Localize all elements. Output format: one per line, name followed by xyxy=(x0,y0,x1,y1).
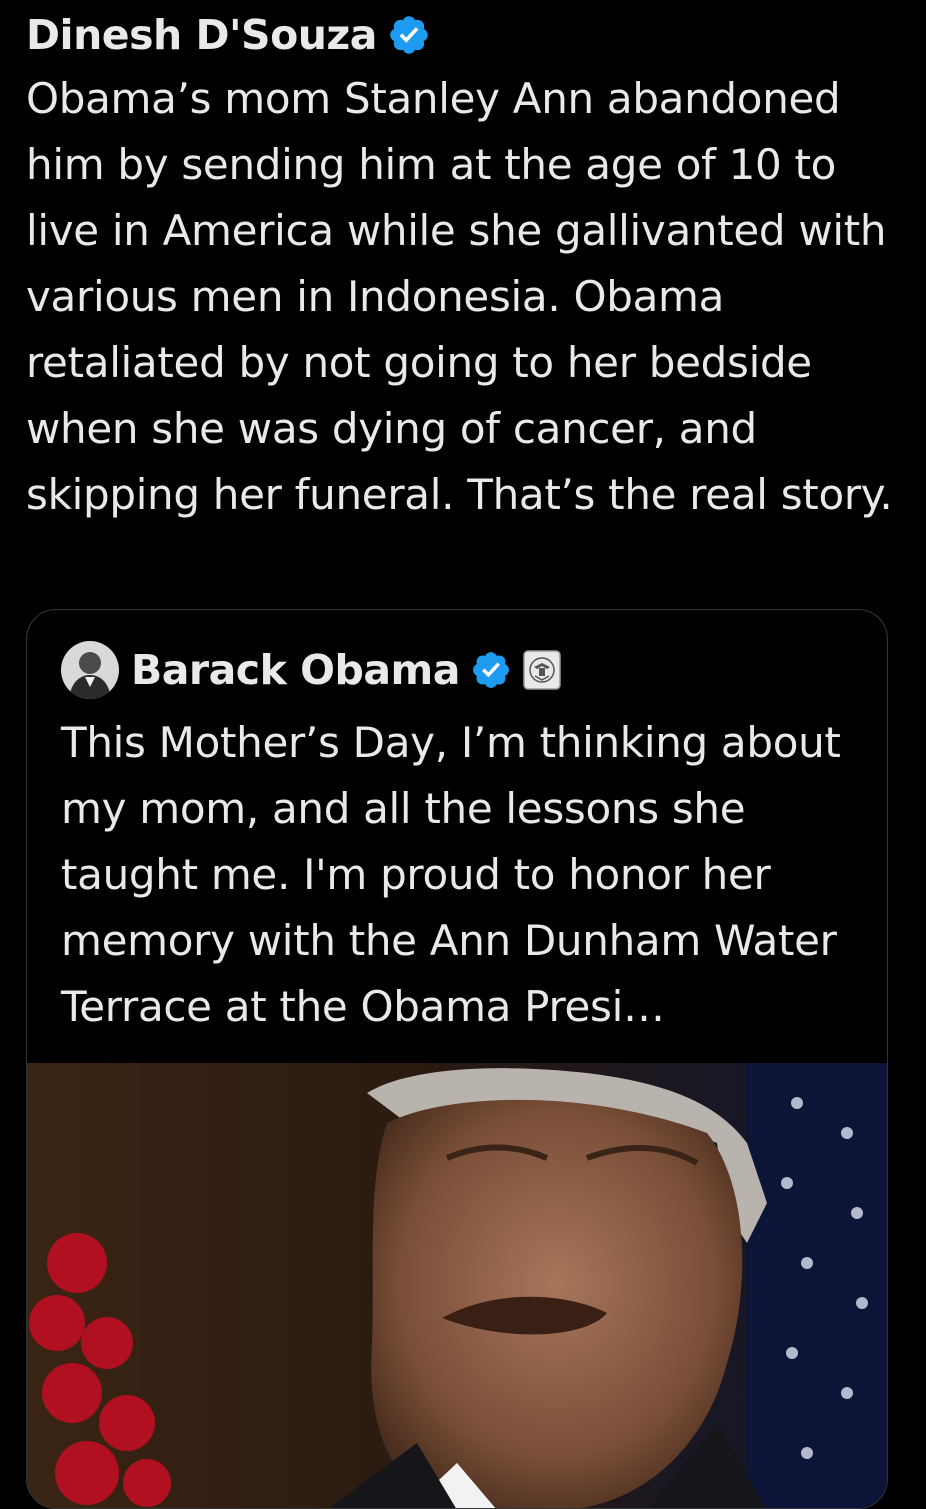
avatar[interactable] xyxy=(61,641,119,699)
quoted-tweet-author-name[interactable]: Barack Obama xyxy=(131,646,460,694)
verified-badge-icon xyxy=(390,16,428,54)
verified-badge-icon xyxy=(472,652,509,688)
tweet-author-row: Dinesh D'Souza xyxy=(26,8,431,62)
government-seal-icon xyxy=(523,650,561,690)
quoted-tweet-text: This Mother’s Day, I’m thinking about my… xyxy=(61,718,841,1031)
video-thumbnail-image xyxy=(27,1063,887,1508)
quoted-tweet-card[interactable]: Barack Obama This Mother’s Day, I’m thin… xyxy=(26,609,888,1509)
video-thumbnail[interactable] xyxy=(27,1063,887,1508)
tweet-text: Obama’s mom Stanley Ann abandoned him by… xyxy=(26,74,893,519)
avatar-image xyxy=(61,641,119,699)
quoted-tweet-header: Barack Obama xyxy=(61,640,562,700)
tweet-author-name[interactable]: Dinesh D'Souza xyxy=(26,11,377,59)
